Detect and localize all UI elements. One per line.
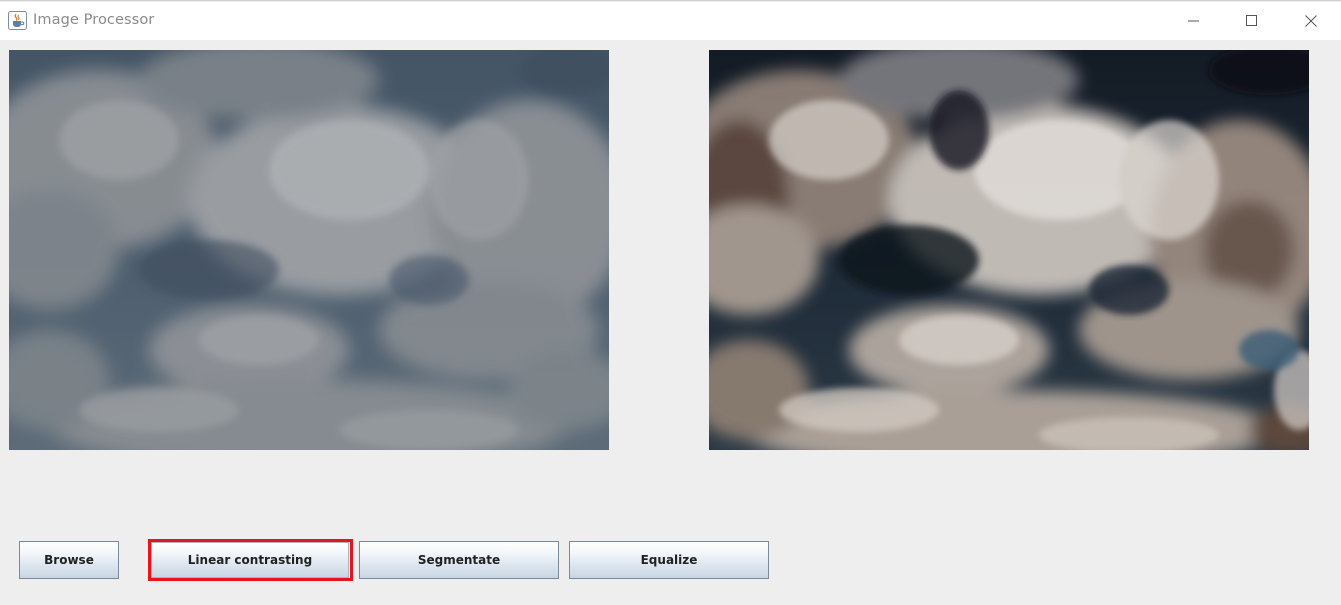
linear-contrasting-button[interactable]: Linear contrasting bbox=[151, 542, 349, 578]
title-bar[interactable]: Image Processor bbox=[0, 2, 1341, 40]
equalize-button[interactable]: Equalize bbox=[569, 541, 769, 579]
image-processor-window: Image Processor Browse Linear contrastin… bbox=[0, 0, 1341, 605]
minimize-icon bbox=[1188, 15, 1200, 27]
java-cup-icon bbox=[8, 11, 27, 30]
maximize-button[interactable] bbox=[1223, 2, 1281, 40]
minimize-button[interactable] bbox=[1165, 2, 1223, 40]
browse-button[interactable]: Browse bbox=[19, 541, 119, 579]
original-clouds-image bbox=[9, 50, 609, 450]
close-icon bbox=[1305, 15, 1317, 27]
maximize-icon bbox=[1246, 15, 1258, 27]
processed-clouds-image bbox=[709, 50, 1309, 450]
window-title: Image Processor bbox=[33, 12, 155, 28]
segmentate-button[interactable]: Segmentate bbox=[359, 541, 559, 579]
close-button[interactable] bbox=[1282, 2, 1340, 40]
